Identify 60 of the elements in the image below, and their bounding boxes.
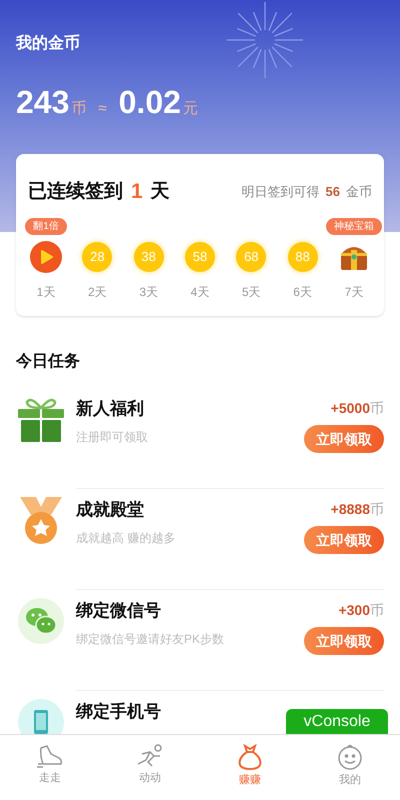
day-label: 5天 bbox=[242, 284, 261, 300]
checkin-days: 1 bbox=[131, 176, 143, 208]
task-subtitle: 成就越高 赚的越多 bbox=[76, 530, 176, 546]
reward-unit: 币 bbox=[370, 500, 384, 519]
tab-item[interactable]: 动动 bbox=[100, 735, 200, 791]
day-label: 3天 bbox=[139, 284, 158, 300]
tab-label: 动动 bbox=[139, 771, 161, 786]
tomorrow-unit: 金币 bbox=[346, 183, 372, 201]
task-subtitle: 注册即可领取 bbox=[76, 428, 148, 446]
vconsole-button[interactable]: vConsole bbox=[286, 709, 388, 734]
checkin-days-unit: 天 bbox=[150, 180, 170, 204]
coin-balance: 243 bbox=[16, 83, 70, 122]
task-title: 新人福利 bbox=[76, 398, 145, 420]
task-subtitle: 绑定微信号邀请好友PK步数 bbox=[76, 630, 224, 648]
money-balance: 0.02 bbox=[118, 83, 181, 122]
day-badge: 神秘宝箱 bbox=[326, 218, 382, 234]
coin-icon: 28 bbox=[82, 242, 112, 272]
play-icon[interactable] bbox=[30, 240, 62, 272]
day-label: 1天 bbox=[36, 284, 56, 300]
tomorrow-coins: 56 bbox=[326, 183, 340, 201]
claim-button[interactable]: 立即领取 bbox=[304, 425, 384, 453]
claim-button[interactable]: 立即领取 bbox=[304, 627, 384, 655]
coin-icon: 88 bbox=[288, 242, 318, 272]
tab-item[interactable]: 赚赚 bbox=[200, 735, 300, 791]
coin-icon: 58 bbox=[184, 242, 215, 272]
day-label: 4天 bbox=[190, 284, 210, 300]
money-bag-icon bbox=[237, 744, 263, 770]
coin-icon: 68 bbox=[236, 242, 266, 272]
task-title: 绑定手机号 bbox=[76, 701, 161, 723]
tab-label: 赚赚 bbox=[239, 772, 261, 788]
approx-sign: ≈ bbox=[98, 99, 107, 119]
day-badge: 翻1倍 bbox=[25, 218, 67, 234]
section-title: 今日任务 bbox=[16, 352, 81, 372]
day-label: 2天 bbox=[88, 284, 107, 300]
task-title: 绑定微信号 bbox=[76, 600, 162, 622]
sneaker-icon bbox=[37, 744, 63, 768]
claim-button[interactable]: 立即领取 bbox=[304, 526, 384, 554]
smiley-face-icon bbox=[337, 744, 363, 770]
tab-label: 走走 bbox=[39, 771, 61, 786]
tomorrow-text: 明日签到可得 bbox=[242, 183, 320, 201]
coin-icon: 38 bbox=[134, 242, 164, 272]
task-reward: +300 bbox=[338, 601, 370, 620]
task-reward: +5000 bbox=[330, 399, 370, 418]
day-label: 7天 bbox=[344, 284, 364, 300]
coin-unit: 币 bbox=[71, 99, 86, 119]
money-unit: 元 bbox=[182, 99, 198, 119]
task-title: 成就殿堂 bbox=[76, 499, 145, 521]
checkin-title: 已连续签到 bbox=[28, 180, 123, 204]
page-title: 我的金币 bbox=[16, 33, 81, 54]
tab-label: 我的 bbox=[339, 773, 361, 788]
runner-icon bbox=[136, 744, 164, 768]
tab-item[interactable]: 走走 bbox=[0, 735, 100, 791]
reward-unit: 币 bbox=[370, 399, 384, 418]
tab-item[interactable]: 我的 bbox=[300, 735, 400, 791]
task-reward: +8888 bbox=[330, 500, 370, 519]
medal-icon bbox=[18, 497, 64, 545]
chat-bubbles-icon bbox=[18, 598, 64, 644]
gift-icon bbox=[17, 396, 65, 444]
reward-unit: 币 bbox=[370, 601, 384, 620]
day-label: 6天 bbox=[293, 284, 312, 300]
